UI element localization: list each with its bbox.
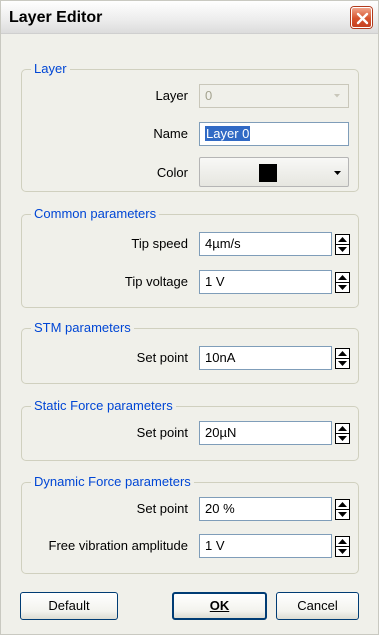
tip-speed-value: 4µm/s <box>205 236 241 251</box>
color-picker[interactable] <box>199 157 349 187</box>
tip-speed-label: Tip speed <box>131 236 188 251</box>
common-parameters-group: Common parameters Tip speed 4µm/s Tip vo… <box>21 206 359 308</box>
static-force-parameters-group: Static Force parameters Set point 20µN <box>21 398 359 461</box>
layer-group-title: Layer <box>31 61 70 77</box>
layer-select-value: 0 <box>205 88 213 103</box>
dynamic-force-parameters-title: Dynamic Force parameters <box>31 474 194 490</box>
static-set-point-input[interactable]: 20µN <box>199 421 332 445</box>
ok-button[interactable]: OK <box>172 592 267 620</box>
tip-voltage-value: 1 V <box>205 274 225 289</box>
close-button[interactable] <box>351 7 372 28</box>
stm-set-point-value: 10nA <box>205 350 236 365</box>
tip-voltage-spin-icon[interactable] <box>335 272 350 293</box>
dynamic-force-parameters-group: Dynamic Force parameters Set point 20 % … <box>21 474 359 574</box>
default-button[interactable]: Default <box>20 592 118 620</box>
stm-set-point-label: Set point <box>136 350 188 365</box>
close-x-icon <box>356 12 369 25</box>
chevron-down-icon <box>334 171 341 175</box>
dynamic-set-point-value: 20 % <box>205 501 235 516</box>
dynamic-set-point-spin-icon[interactable] <box>335 499 350 520</box>
color-label: Color <box>156 165 188 180</box>
dynamic-set-point-label: Set point <box>136 501 188 516</box>
name-input-value: Layer 0 <box>205 126 251 141</box>
static-set-point-value: 20µN <box>205 425 237 440</box>
free-vibration-amplitude-input[interactable]: 1 V <box>199 534 332 558</box>
tip-voltage-label: Tip voltage <box>124 274 188 289</box>
ok-button-label: OK <box>209 598 230 613</box>
common-parameters-title: Common parameters <box>31 206 160 222</box>
tip-speed-input[interactable]: 4µm/s <box>199 232 332 256</box>
layer-select[interactable]: 0 <box>199 84 349 108</box>
free-vibration-amplitude-spin-icon[interactable] <box>335 536 350 557</box>
layer-group: Layer Layer 0 Name Layer 0 Color <box>21 61 359 192</box>
free-vibration-amplitude-label: Free vibration amplitude <box>48 538 188 553</box>
color-swatch <box>259 164 277 182</box>
tip-voltage-input[interactable]: 1 V <box>199 270 332 294</box>
window-title: Layer Editor <box>9 9 103 26</box>
free-vibration-amplitude-value: 1 V <box>205 538 225 553</box>
stm-set-point-input[interactable]: 10nA <box>199 346 332 370</box>
name-input[interactable]: Layer 0 <box>199 122 349 146</box>
chevron-down-icon <box>334 94 340 98</box>
title-bar[interactable]: Layer Editor <box>1 1 378 34</box>
tip-speed-spin-icon[interactable] <box>335 234 350 255</box>
static-set-point-label: Set point <box>136 425 188 440</box>
stm-parameters-group: STM parameters Set point 10nA <box>21 320 359 384</box>
layer-label: Layer <box>155 88 188 103</box>
name-label: Name <box>153 126 188 141</box>
static-force-parameters-title: Static Force parameters <box>31 398 176 414</box>
static-set-point-spin-icon[interactable] <box>335 423 350 444</box>
cancel-button[interactable]: Cancel <box>276 592 359 620</box>
layer-editor-window: Layer Editor Layer Layer 0 Name Layer 0 … <box>0 0 379 635</box>
dynamic-set-point-input[interactable]: 20 % <box>199 497 332 521</box>
stm-set-point-spin-icon[interactable] <box>335 348 350 369</box>
stm-parameters-title: STM parameters <box>31 320 134 336</box>
